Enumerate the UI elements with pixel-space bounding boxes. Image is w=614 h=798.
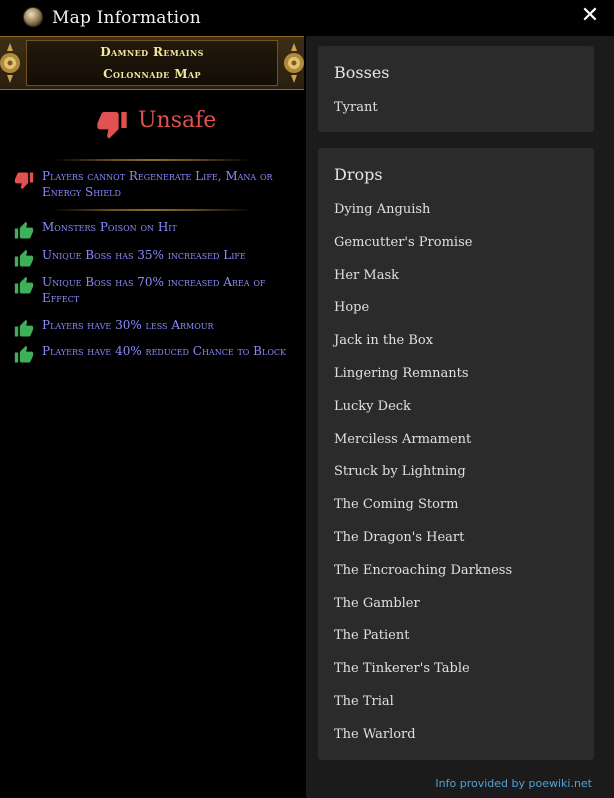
drop-item: Gemcutter's Promise bbox=[334, 235, 473, 250]
drop-item: Lucky Deck bbox=[334, 399, 411, 414]
ornament-icon bbox=[284, 43, 304, 83]
drop-item: The Gambler bbox=[334, 596, 420, 611]
drops-heading: Drops bbox=[334, 165, 383, 184]
map-banner: Damned Remains Colonnade Map bbox=[0, 36, 304, 90]
drop-item: The Tinkerer's Table bbox=[334, 661, 470, 676]
drop-item: Jack in the Box bbox=[334, 333, 434, 348]
app-icon bbox=[24, 8, 42, 26]
drop-item: The Warlord bbox=[334, 727, 416, 742]
map-name: Damned Remains bbox=[100, 45, 204, 59]
divider bbox=[52, 159, 252, 161]
thumbs-up-icon bbox=[14, 345, 34, 363]
drop-item: Struck by Lightning bbox=[334, 464, 466, 479]
window-title: Map Information bbox=[52, 8, 201, 28]
thumbs-up-icon bbox=[14, 319, 34, 337]
drop-item: Hope bbox=[334, 300, 370, 315]
modifier-text: Unique Boss has 70% increased Area of Ef… bbox=[42, 275, 266, 305]
drop-item: The Coming Storm bbox=[334, 497, 459, 512]
drop-item: Dying Anguish bbox=[334, 202, 431, 217]
ornament-icon bbox=[0, 43, 20, 83]
rating-label: Unsafe bbox=[138, 108, 217, 133]
modifier-text: Players have 30% less Armour bbox=[42, 318, 214, 332]
boss-item: Tyrant bbox=[334, 100, 378, 115]
thumbs-up-icon bbox=[14, 249, 34, 267]
title-bar: Map Information ✕ bbox=[0, 0, 614, 36]
modifier-text: Unique Boss has 35% increased Life bbox=[42, 248, 246, 262]
map-details-panel: Bosses Tyrant Drops Dying Anguish Gemcut… bbox=[306, 36, 614, 798]
map-banner-inner: Damned Remains Colonnade Map bbox=[26, 40, 278, 86]
modifier-text: Players have 40% reduced Chance to Block bbox=[42, 344, 286, 358]
divider bbox=[52, 209, 252, 211]
thumbs-down-icon bbox=[14, 172, 34, 190]
drop-item: Lingering Remnants bbox=[334, 366, 469, 381]
drops-card: Drops Dying Anguish Gemcutter's Promise … bbox=[318, 148, 594, 760]
source-link[interactable]: Info provided by poewiki.net bbox=[435, 777, 592, 790]
thumbs-up-icon bbox=[14, 221, 34, 239]
drop-item: The Encroaching Darkness bbox=[334, 563, 513, 578]
close-icon[interactable]: ✕ bbox=[578, 4, 602, 28]
thumbs-up-icon bbox=[14, 276, 34, 294]
drop-item: Her Mask bbox=[334, 268, 399, 283]
drop-item: The Dragon's Heart bbox=[334, 530, 465, 545]
map-summary-panel: Damned Remains Colonnade Map Unsafe Play… bbox=[0, 36, 306, 798]
drop-item: The Patient bbox=[334, 628, 410, 643]
map-type: Colonnade Map bbox=[103, 67, 201, 81]
bosses-card: Bosses Tyrant bbox=[318, 46, 594, 132]
drop-item: The Trial bbox=[334, 694, 394, 709]
thumbs-down-icon bbox=[97, 112, 127, 139]
modifier-text: Monsters Poison on Hit bbox=[42, 220, 177, 234]
bosses-heading: Bosses bbox=[334, 63, 390, 82]
modifier-text: Players cannot Regenerate Life, Mana or … bbox=[42, 169, 273, 199]
drop-item: Merciless Armament bbox=[334, 432, 472, 447]
